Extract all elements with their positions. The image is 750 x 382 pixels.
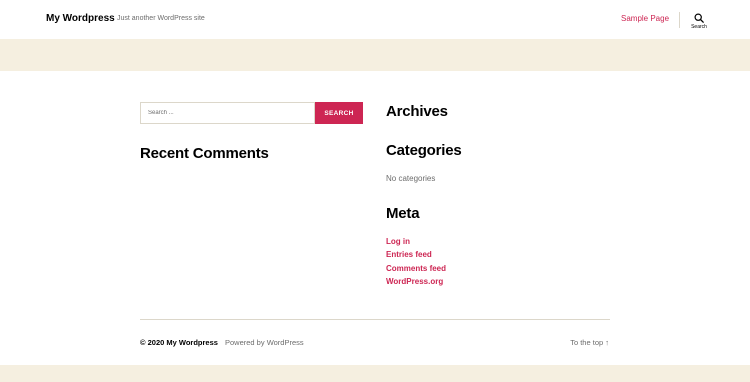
- archives-title: Archives: [386, 103, 448, 120]
- search-submit-button[interactable]: SEARCH: [315, 102, 363, 124]
- header-divider: [679, 12, 680, 28]
- categories-empty-text: No categories: [386, 174, 436, 183]
- site-title[interactable]: My Wordpress: [46, 13, 115, 24]
- footer-copyright[interactable]: © 2020 My Wordpress: [140, 338, 218, 347]
- categories-title: Categories: [386, 142, 462, 159]
- nav-item-sample-page[interactable]: Sample Page: [621, 14, 669, 23]
- meta-links-list: Log in Entries feed Comments feed WordPr…: [386, 236, 446, 289]
- footer-divider: [140, 319, 610, 320]
- meta-link-comments-feed[interactable]: Comments feed: [386, 264, 446, 273]
- meta-title: Meta: [386, 205, 420, 222]
- search-toggle-button[interactable]: Search: [686, 12, 712, 34]
- hero-band: [0, 39, 750, 71]
- bottom-band: [0, 365, 750, 382]
- meta-link-wordpress-org[interactable]: WordPress.org: [386, 277, 443, 286]
- to-the-top-link[interactable]: To the top ↑: [570, 338, 609, 347]
- site-description: Just another WordPress site: [117, 15, 205, 22]
- meta-link-entries-feed[interactable]: Entries feed: [386, 250, 432, 259]
- footer-powered-by[interactable]: Powered by WordPress: [225, 338, 304, 347]
- search-input[interactable]: [140, 102, 315, 124]
- meta-link-log-in[interactable]: Log in: [386, 237, 410, 246]
- search-toggle-label: Search: [691, 24, 707, 30]
- search-form: SEARCH: [140, 102, 363, 124]
- search-icon: [694, 13, 704, 23]
- recent-comments-title: Recent Comments: [140, 145, 269, 162]
- site-header: My Wordpress Just another WordPress site…: [0, 0, 750, 39]
